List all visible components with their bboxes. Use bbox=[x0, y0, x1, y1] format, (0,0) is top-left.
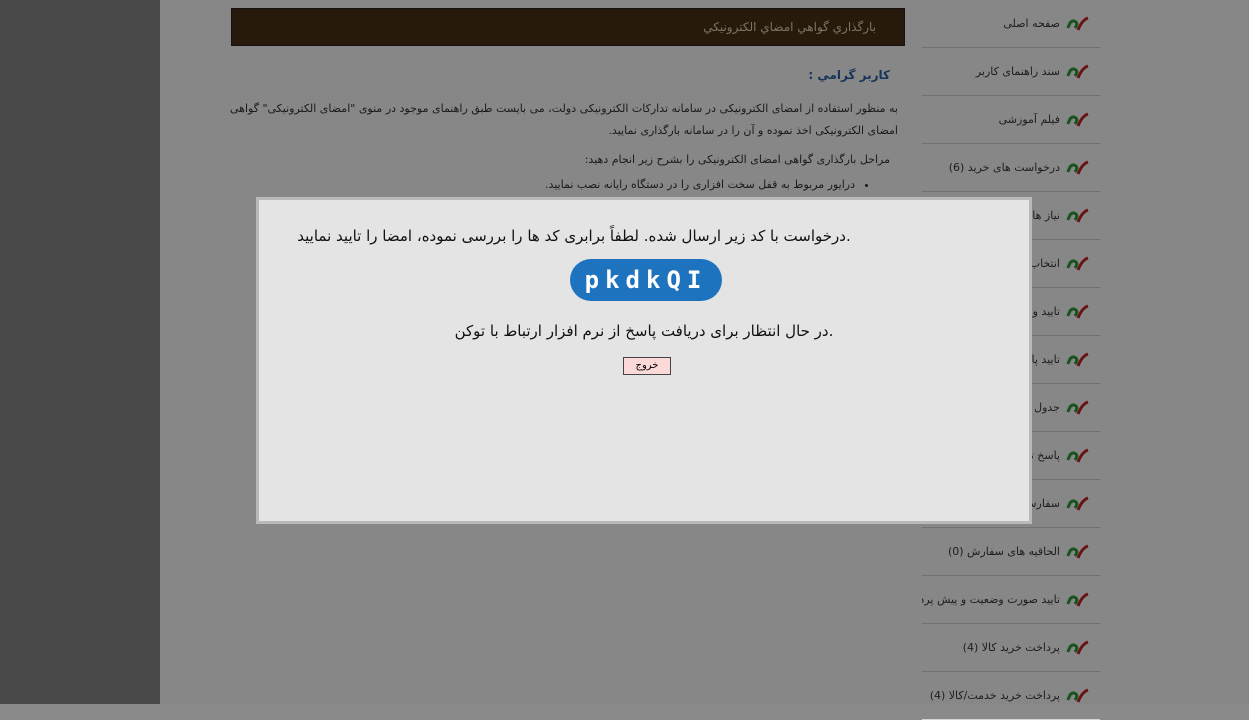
dialog-message: .درخواست با کد زیر ارسال شده. لطفاً براب… bbox=[297, 227, 851, 245]
signature-confirm-dialog: .درخواست با کد زیر ارسال شده. لطفاً براب… bbox=[256, 197, 1032, 524]
waiting-message: .در حال انتظار برای دریافت پاسخ از نرم ا… bbox=[454, 322, 834, 340]
exit-button[interactable]: خروج bbox=[623, 357, 671, 375]
verification-code: pkdkQI bbox=[570, 259, 722, 301]
